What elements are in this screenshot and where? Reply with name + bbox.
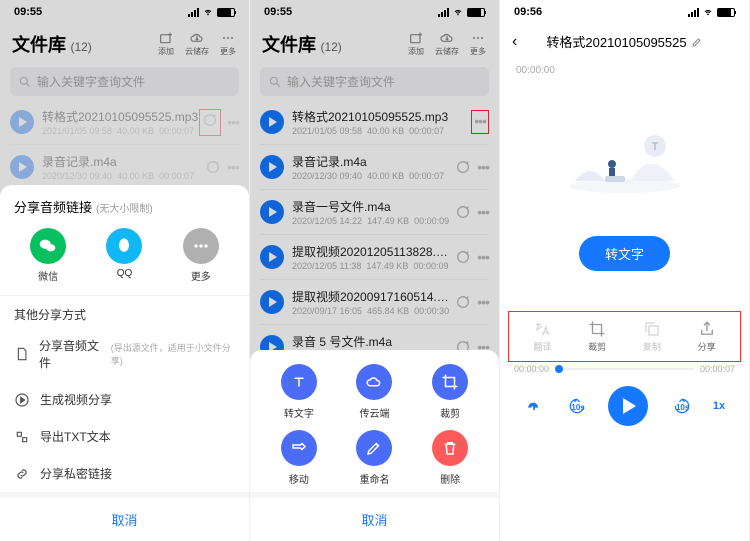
share-sheet: 分享音频链接 (无大小限制) 微信 QQ 更多 其他分享方式 分享音频文件(导出源… bbox=[0, 185, 249, 541]
edit-icon[interactable] bbox=[691, 36, 703, 48]
rename-action[interactable]: 重命名 bbox=[342, 430, 408, 486]
sheet-subtitle: (无大小限制) bbox=[96, 204, 153, 215]
file-icon bbox=[14, 346, 29, 362]
video-share-option[interactable]: 生成视频分享 bbox=[0, 381, 249, 418]
forward-button[interactable]: 10s bbox=[672, 396, 689, 416]
share-wechat[interactable]: 微信 bbox=[30, 228, 66, 283]
move-action[interactable]: 移动 bbox=[266, 430, 332, 486]
export-icon bbox=[14, 429, 30, 445]
translate-button[interactable]: 翻译 bbox=[533, 320, 551, 353]
phone-3: 09:56 ‹ 转格式20210105095525 00:00:00 T 转文字… bbox=[500, 0, 750, 541]
translate-icon bbox=[533, 320, 551, 338]
cancel-button[interactable]: 取消 bbox=[0, 492, 249, 541]
copy-button[interactable]: 复制 bbox=[643, 320, 661, 353]
private-link-option[interactable]: 分享私密链接 bbox=[0, 455, 249, 492]
status-time: 09:56 bbox=[514, 6, 542, 18]
copy-icon bbox=[643, 320, 661, 338]
illustration: T bbox=[500, 76, 749, 226]
action-sheet: 转文字 传云端 裁剪 移动 重命名 删除 取消 bbox=[250, 350, 499, 541]
other-share-heading: 其他分享方式 bbox=[0, 296, 249, 327]
player-controls: 10s 10s 1x bbox=[500, 376, 749, 440]
toolbar: 翻译 裁剪 复制 分享 bbox=[508, 311, 741, 362]
crop-action[interactable]: 裁剪 bbox=[417, 364, 483, 420]
progress-bar[interactable]: 00:00:00 00:00:07 bbox=[500, 362, 749, 376]
svg-text:T: T bbox=[651, 141, 658, 153]
to-text-action[interactable]: 转文字 bbox=[266, 364, 332, 420]
share-icon bbox=[698, 320, 716, 338]
crop-icon bbox=[588, 320, 606, 338]
sheet-title: 分享音频链接 bbox=[14, 200, 92, 215]
signal-icon bbox=[688, 8, 699, 17]
status-bar: 09:56 bbox=[500, 0, 749, 24]
share-file-option[interactable]: 分享音频文件(导出源文件，适用于小文件分享) bbox=[0, 327, 249, 381]
to-text-button[interactable]: 转文字 bbox=[579, 236, 670, 271]
wifi-icon bbox=[702, 8, 714, 17]
audio-button[interactable] bbox=[524, 396, 544, 416]
delete-action[interactable]: 删除 bbox=[417, 430, 483, 486]
time-right: 00:00:07 bbox=[700, 364, 735, 374]
speed-button[interactable]: 1x bbox=[713, 400, 725, 412]
time-left: 00:00:00 bbox=[514, 364, 549, 374]
battery-icon bbox=[717, 8, 735, 17]
crop-button[interactable]: 裁剪 bbox=[588, 320, 606, 353]
earbud-icon bbox=[524, 396, 544, 416]
phone-1: 09:55 文件库 (12) 添加 云储存 更多 输入关键字查询文件 转格式20… bbox=[0, 0, 250, 541]
export-txt-option[interactable]: 导出TXT文本 bbox=[0, 418, 249, 455]
detail-title: 转格式20210105095525 bbox=[546, 32, 686, 51]
cloud-action[interactable]: 传云端 bbox=[342, 364, 408, 420]
share-more[interactable]: 更多 bbox=[183, 228, 219, 283]
rewind-button[interactable]: 10s bbox=[567, 396, 584, 416]
play-circle-icon bbox=[14, 392, 30, 408]
phone-2: 09:55 文件库 (12) 添加 云储存 更多 输入关键字查询文件 转格式20… bbox=[250, 0, 500, 541]
share-qq[interactable]: QQ bbox=[106, 228, 142, 283]
detail-header: ‹ 转格式20210105095525 bbox=[500, 24, 749, 59]
back-button[interactable]: ‹ bbox=[512, 33, 517, 51]
cancel-button[interactable]: 取消 bbox=[250, 492, 499, 541]
link-icon bbox=[14, 466, 30, 482]
play-button[interactable] bbox=[608, 386, 648, 426]
share-button[interactable]: 分享 bbox=[698, 320, 716, 353]
elapsed-time: 00:00:00 bbox=[500, 59, 749, 76]
